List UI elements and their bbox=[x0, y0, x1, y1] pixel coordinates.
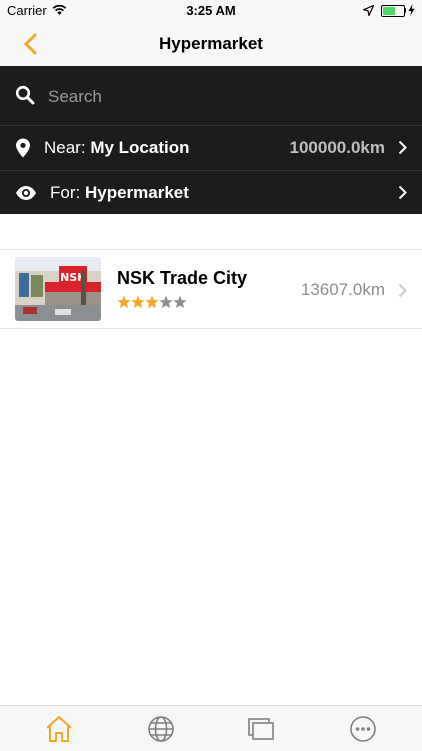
store-thumbnail: NSK bbox=[15, 257, 101, 321]
star-filled-icon bbox=[131, 295, 145, 309]
near-distance: 100000.0km bbox=[289, 138, 385, 157]
near-value: My Location bbox=[90, 138, 190, 157]
store-name: NSK Trade City bbox=[117, 268, 248, 288]
for-label: For: Hypermarket bbox=[50, 183, 189, 202]
battery-icon bbox=[381, 5, 405, 17]
more-icon[interactable] bbox=[348, 714, 378, 744]
near-location-row[interactable]: Near: My Location 100000.0km bbox=[0, 125, 422, 170]
globe-icon[interactable] bbox=[146, 714, 176, 744]
star-empty-icon bbox=[159, 295, 173, 309]
for-category-row[interactable]: For: Hypermarket bbox=[0, 170, 422, 215]
search-icon bbox=[15, 85, 35, 105]
eye-icon bbox=[16, 186, 36, 200]
search-placeholder[interactable]: Search bbox=[48, 87, 102, 107]
map-pin-icon bbox=[16, 138, 30, 158]
page-title: Hypermarket bbox=[159, 34, 263, 53]
tab-bar bbox=[0, 705, 422, 751]
location-arrow-icon bbox=[363, 5, 374, 16]
list-item[interactable]: NSK NSK Trade City 13607.0km bbox=[0, 250, 422, 329]
for-value: Hypermarket bbox=[84, 183, 189, 202]
charging-bolt-icon bbox=[408, 4, 415, 16]
chevron-right-icon bbox=[398, 283, 407, 298]
chevron-right-icon bbox=[398, 185, 407, 200]
near-label: Near: My Location bbox=[44, 138, 190, 157]
star-filled-icon bbox=[117, 295, 131, 309]
chevron-right-icon bbox=[398, 140, 407, 155]
star-filled-icon bbox=[145, 295, 159, 309]
gallery-icon[interactable] bbox=[246, 714, 276, 744]
search-field[interactable]: Search bbox=[0, 66, 422, 124]
battery-tip bbox=[404, 8, 406, 13]
status-bar: Carrier 3:25 AM bbox=[0, 0, 422, 22]
navigation-bar: Hypermarket bbox=[0, 22, 422, 66]
star-rating bbox=[117, 295, 187, 309]
clock: 3:25 AM bbox=[186, 3, 236, 18]
home-icon[interactable] bbox=[44, 714, 74, 744]
store-distance: 13607.0km bbox=[300, 280, 385, 299]
star-empty-icon bbox=[173, 295, 187, 309]
filter-panel: Search Near: My Location 100000.0km For:… bbox=[0, 66, 422, 214]
